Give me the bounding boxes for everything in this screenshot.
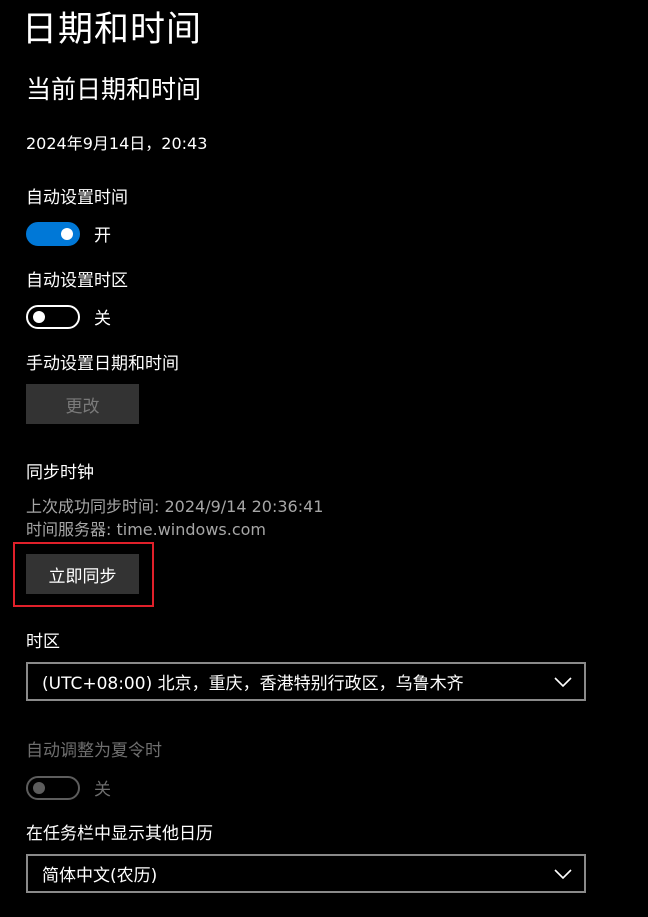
chevron-down-icon: [554, 676, 572, 687]
current-datetime-heading: 当前日期和时间: [26, 75, 202, 104]
timezone-dropdown[interactable]: (UTC+08:00) 北京，重庆，香港特别行政区，乌鲁木齐: [26, 662, 586, 701]
timezone-label: 时区: [26, 632, 60, 652]
auto-timezone-label: 自动设置时区: [26, 271, 128, 291]
calendar-selected: 简体中文(农历): [42, 866, 158, 886]
auto-timezone-state: 关: [94, 309, 111, 329]
timezone-selected: (UTC+08:00) 北京，重庆，香港特别行政区，乌鲁木齐: [42, 674, 464, 694]
time-server-text: 时间服务器: time.windows.com: [26, 520, 267, 539]
dst-toggle[interactable]: [26, 775, 80, 800]
last-sync-text: 上次成功同步时间: 2024/9/14 20:36:41: [26, 497, 324, 516]
current-datetime-value: 2024年9月14日，20:43: [26, 134, 208, 153]
sync-heading: 同步时钟: [26, 463, 94, 483]
change-button[interactable]: 更改: [26, 384, 139, 424]
dst-label: 自动调整为夏令时: [26, 741, 162, 761]
page-title: 日期和时间: [22, 10, 203, 50]
auto-time-toggle[interactable]: [26, 221, 80, 246]
sync-now-button[interactable]: 立即同步: [26, 554, 139, 594]
calendar-label: 在任务栏中显示其他日历: [26, 824, 213, 844]
auto-time-toggle-row: 开: [26, 221, 111, 246]
calendar-dropdown[interactable]: 简体中文(农历): [26, 854, 586, 893]
auto-time-label: 自动设置时间: [26, 188, 128, 208]
toggle-knob: [33, 781, 45, 794]
auto-time-state: 开: [94, 226, 111, 246]
dst-toggle-row: 关: [26, 775, 111, 800]
dst-state: 关: [94, 780, 111, 800]
toggle-knob: [61, 227, 73, 240]
manual-datetime-label: 手动设置日期和时间: [26, 354, 179, 374]
chevron-down-icon: [554, 868, 572, 879]
auto-timezone-toggle-row: 关: [26, 304, 111, 329]
toggle-knob: [33, 310, 45, 323]
auto-timezone-toggle[interactable]: [26, 304, 80, 329]
